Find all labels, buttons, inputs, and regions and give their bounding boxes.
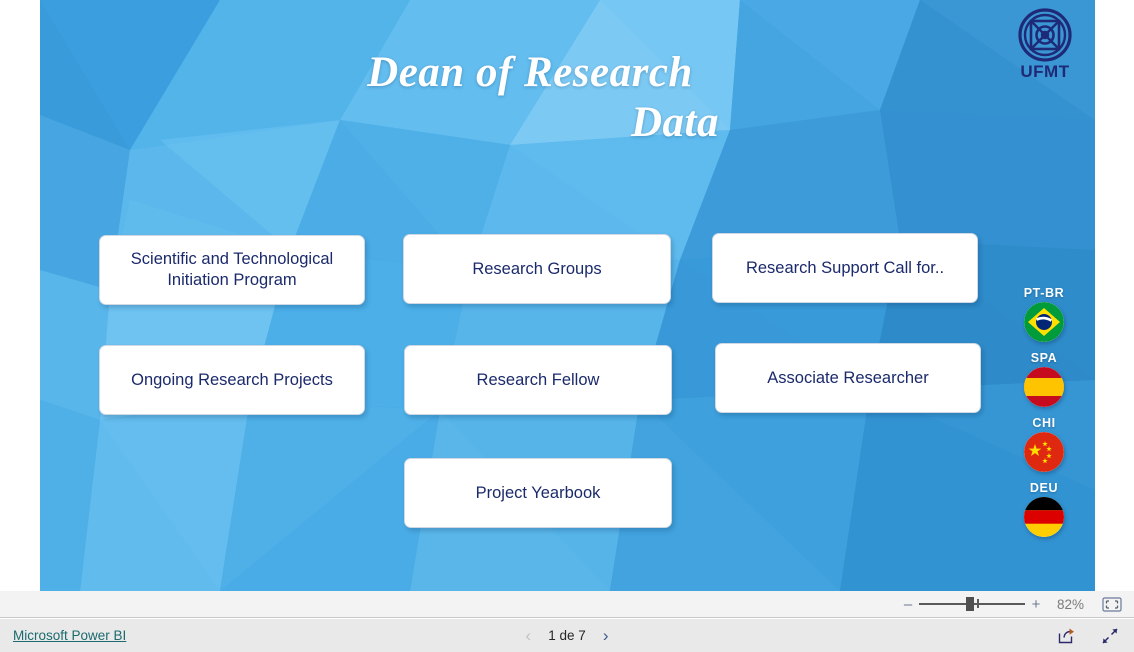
zoom-toolbar: – + 82%: [0, 591, 1134, 618]
nav-button-label: Research Fellow: [476, 370, 600, 389]
nav-button-ongoing-research-projects[interactable]: Ongoing Research Projects: [99, 345, 365, 415]
language-label: CHI: [1032, 416, 1056, 430]
nav-button-label: Scientific and Technological Initiation …: [130, 250, 334, 289]
language-button-spa[interactable]: SPA: [1024, 351, 1064, 407]
zoom-slider[interactable]: [919, 597, 1025, 611]
zoom-out-button[interactable]: –: [901, 597, 915, 612]
nav-button-research-support-call-for[interactable]: Research Support Call for..: [712, 233, 978, 303]
ufmt-logo: UFMT: [1007, 8, 1083, 80]
share-icon[interactable]: [1056, 626, 1076, 646]
language-switcher: PT-BR SPA CHI DEU: [1012, 286, 1076, 546]
nav-button-research-fellow[interactable]: Research Fellow: [404, 345, 672, 415]
nav-button-label: Project Yearbook: [475, 483, 601, 502]
germany-flag-icon: [1024, 497, 1064, 537]
language-button-pt-br[interactable]: PT-BR: [1024, 286, 1065, 342]
brazil-flag-icon: [1024, 302, 1064, 342]
language-button-chi[interactable]: CHI: [1024, 416, 1064, 472]
next-page-chevron-icon[interactable]: ›: [598, 627, 614, 644]
nav-button-associate-researcher[interactable]: Associate Researcher: [715, 343, 981, 413]
language-label: DEU: [1029, 481, 1059, 495]
china-flag-icon: [1024, 432, 1064, 472]
nav-button-scientific-technological-initiation-program[interactable]: Scientific and Technological Initiation …: [99, 235, 365, 305]
zoom-slider-handle[interactable]: [966, 597, 974, 611]
page-indicator-label: 1 de 7: [548, 628, 586, 643]
zoom-slider-tick: [977, 599, 979, 608]
language-label: PT-BR: [1023, 286, 1065, 300]
fullscreen-icon[interactable]: [1100, 626, 1120, 646]
report-page: Dean of Research Data UFMT Scientific an…: [40, 0, 1095, 591]
report-canvas-area: Dean of Research Data UFMT Scientific an…: [0, 0, 1134, 591]
ufmt-emblem-icon: [1007, 8, 1083, 62]
page-navigation: ‹ 1 de 7 ›: [0, 627, 1134, 644]
language-button-deu[interactable]: DEU: [1024, 481, 1064, 537]
zoom-level-label: 82%: [1056, 596, 1084, 612]
nav-button-label: Research Support Call for..: [745, 258, 945, 277]
nav-button-label: Ongoing Research Projects: [131, 370, 333, 389]
power-bi-report-viewer: Dean of Research Data UFMT Scientific an…: [0, 0, 1134, 652]
nav-button-research-groups[interactable]: Research Groups: [403, 234, 671, 304]
previous-page-chevron-icon[interactable]: ‹: [520, 627, 536, 644]
language-label: SPA: [1030, 351, 1058, 365]
fit-to-page-icon[interactable]: [1100, 595, 1124, 613]
report-footer: Microsoft Power BI ‹ 1 de 7 ›: [0, 619, 1134, 652]
nav-button-label: Associate Researcher: [767, 368, 929, 387]
nav-button-project-yearbook[interactable]: Project Yearbook: [404, 458, 672, 528]
zoom-in-button[interactable]: +: [1029, 597, 1043, 612]
footer-actions: [1056, 626, 1120, 646]
nav-button-label: Research Groups: [472, 259, 602, 278]
spain-flag-icon: [1024, 367, 1064, 407]
ufmt-logo-text: UFMT: [1020, 62, 1070, 81]
